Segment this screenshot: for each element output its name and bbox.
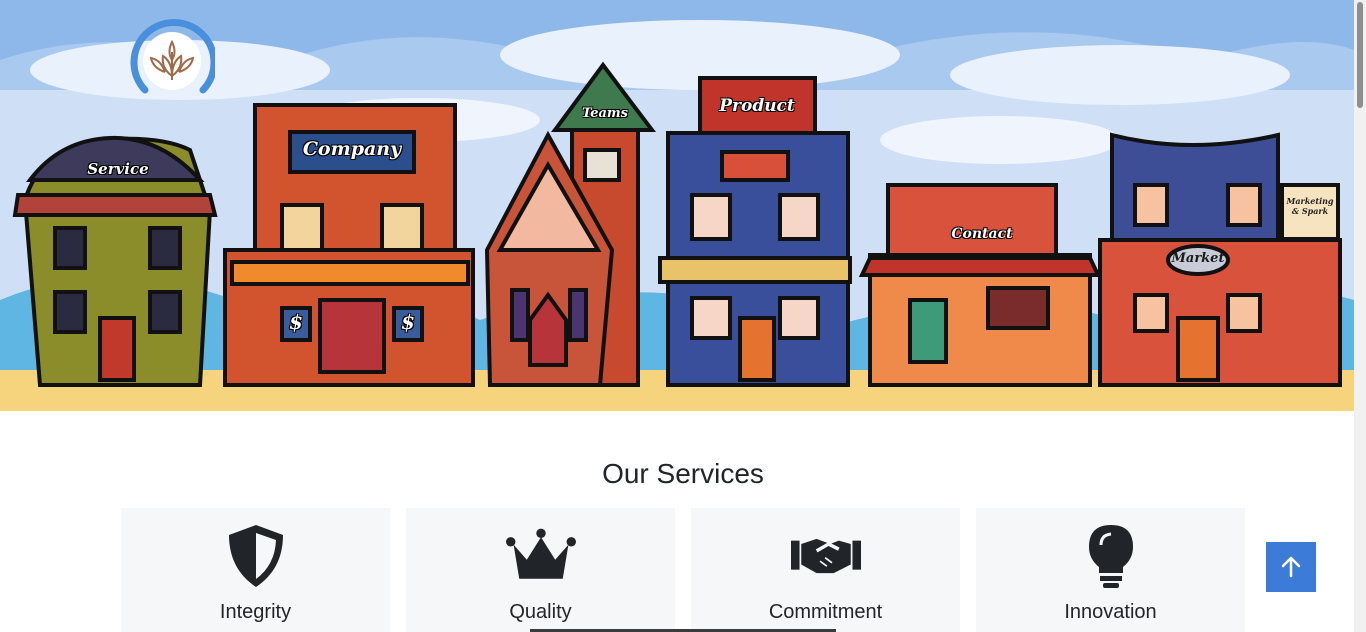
sign-service: Service: [87, 160, 149, 178]
lightbulb-icon: [1076, 523, 1146, 589]
sign-teams: Teams: [582, 106, 628, 121]
handshake-icon: [790, 523, 861, 589]
service-card-integrity: Integrity: [121, 508, 390, 632]
logo[interactable]: [125, 16, 215, 106]
page: Service Company Teams Product Contact Ma…: [0, 0, 1366, 632]
storefront-symbol-left: $: [289, 310, 303, 334]
service-card-innovation: Innovation: [976, 508, 1245, 632]
arrow-up-icon: [1281, 556, 1301, 578]
shield-icon: [221, 523, 291, 589]
service-card-quality: Quality: [406, 508, 675, 632]
service-label: Quality: [509, 601, 572, 623]
service-card-commitment: Commitment: [691, 508, 960, 632]
services-title: Our Services: [602, 458, 764, 489]
sign-product: Product: [719, 96, 795, 116]
services-list: Integrity Quality Commitment Innovation: [121, 508, 1245, 632]
back-to-top-button[interactable]: [1266, 542, 1316, 592]
service-label: Commitment: [768, 601, 883, 623]
sign-company: Company: [302, 138, 402, 160]
storefront-symbol-right: $: [401, 310, 415, 334]
scrollbar-thumb[interactable]: [1357, 2, 1363, 108]
service-label: Innovation: [1064, 601, 1157, 623]
scrollbar[interactable]: [1354, 0, 1366, 632]
hero-banner: Service Company Teams Product Contact Ma…: [0, 0, 1354, 411]
sign-contact: Contact: [951, 226, 1013, 242]
sign-market: Market: [1171, 251, 1225, 266]
crown-icon: [505, 523, 576, 589]
sign-hanging: Marketing & Spark: [1286, 196, 1334, 216]
service-label: Integrity: [219, 601, 292, 623]
